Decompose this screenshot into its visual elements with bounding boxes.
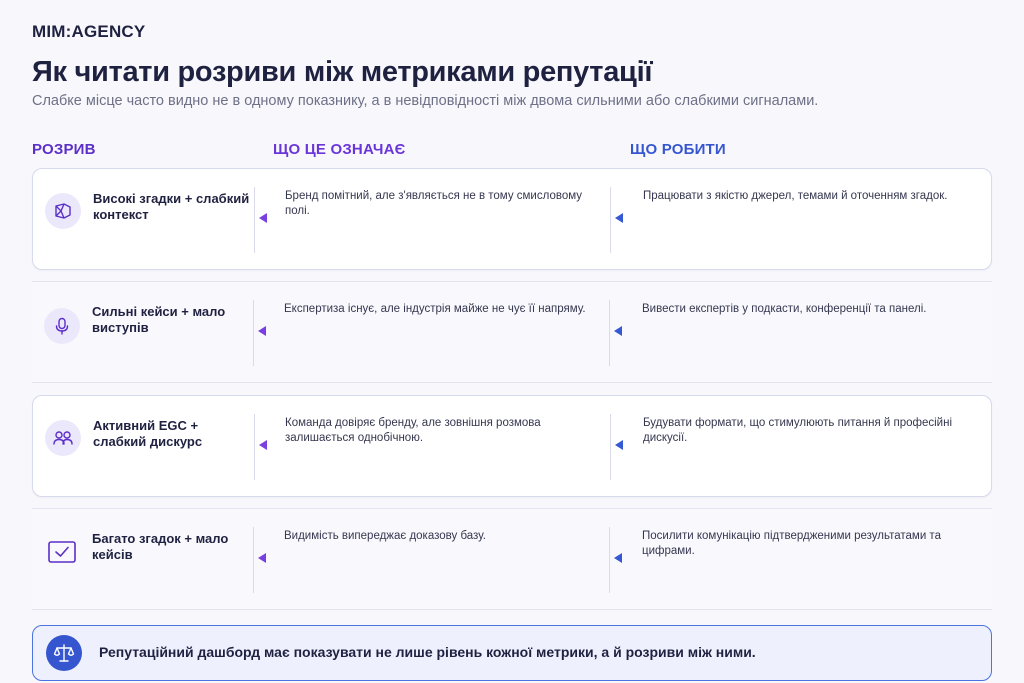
gap-label: Високі згадки + слабкий контекст xyxy=(93,191,250,222)
divider xyxy=(609,300,610,366)
meaning-text: Видимість випереджає доказову базу. xyxy=(284,530,486,542)
arrow-left-icon xyxy=(258,553,266,563)
column-header-gap: РОЗРИВ xyxy=(32,141,96,158)
divider xyxy=(610,187,611,253)
divider xyxy=(253,527,254,593)
gap-label: Сильні кейси + мало виступів xyxy=(92,304,226,335)
arrow-left-icon xyxy=(615,440,623,450)
microphone-icon xyxy=(44,308,80,344)
table-row: Багато згадок + мало кейсів Видимість ви… xyxy=(32,508,992,610)
arrow-left-icon xyxy=(614,326,622,336)
cube-icon xyxy=(45,193,81,229)
arrow-left-icon xyxy=(259,213,267,223)
action-text: Будувати формати, що стимулюють питання … xyxy=(643,417,953,444)
action-text: Вивести експертів у подкасти, конференці… xyxy=(642,303,927,315)
arrow-left-icon xyxy=(259,440,267,450)
footer-callout: Репутаційний дашборд має показувати не л… xyxy=(32,625,992,681)
action-text: Працювати з якістю джерел, темами й оточ… xyxy=(643,190,948,202)
arrow-left-icon xyxy=(258,326,266,336)
divider xyxy=(254,414,255,480)
divider xyxy=(610,414,611,480)
gap-label: Багато згадок + мало кейсів xyxy=(92,531,229,562)
arrow-left-icon xyxy=(615,213,623,223)
divider xyxy=(254,187,255,253)
page-title: Як читати розриви між метриками репутаці… xyxy=(32,56,653,88)
brand-logo: MIM:AGENCY xyxy=(32,22,146,41)
checkbox-icon xyxy=(44,535,80,571)
meaning-text: Команда довіряє бренду, але зовнішня роз… xyxy=(285,417,541,444)
footer-text: Репутаційний дашборд має показувати не л… xyxy=(99,644,756,660)
arrow-left-icon xyxy=(614,553,622,563)
gap-label: Активний EGC + слабкий дискурс xyxy=(93,418,203,449)
table-row: Високі згадки + слабкий контекст Бренд п… xyxy=(32,168,992,270)
column-header-action: ЩО РОБИТИ xyxy=(630,141,726,158)
users-icon xyxy=(45,420,81,456)
table-row: Активний EGC + слабкий дискурс Команда д… xyxy=(32,395,992,497)
meaning-text: Бренд помітний, але з'являється не в том… xyxy=(285,190,582,217)
page-subtitle: Слабке місце часто видно не в одному пок… xyxy=(32,93,819,109)
table-row: Сильні кейси + мало виступів Експертиза … xyxy=(32,281,992,383)
divider xyxy=(253,300,254,366)
meaning-text: Експертиза існує, але індустрія майже не… xyxy=(284,303,586,315)
scales-icon xyxy=(46,635,82,671)
divider xyxy=(609,527,610,593)
column-header-meaning: ЩО ЦЕ ОЗНАЧАЄ xyxy=(273,141,406,158)
action-text: Посилити комунікацію підтвердженими резу… xyxy=(642,530,941,557)
